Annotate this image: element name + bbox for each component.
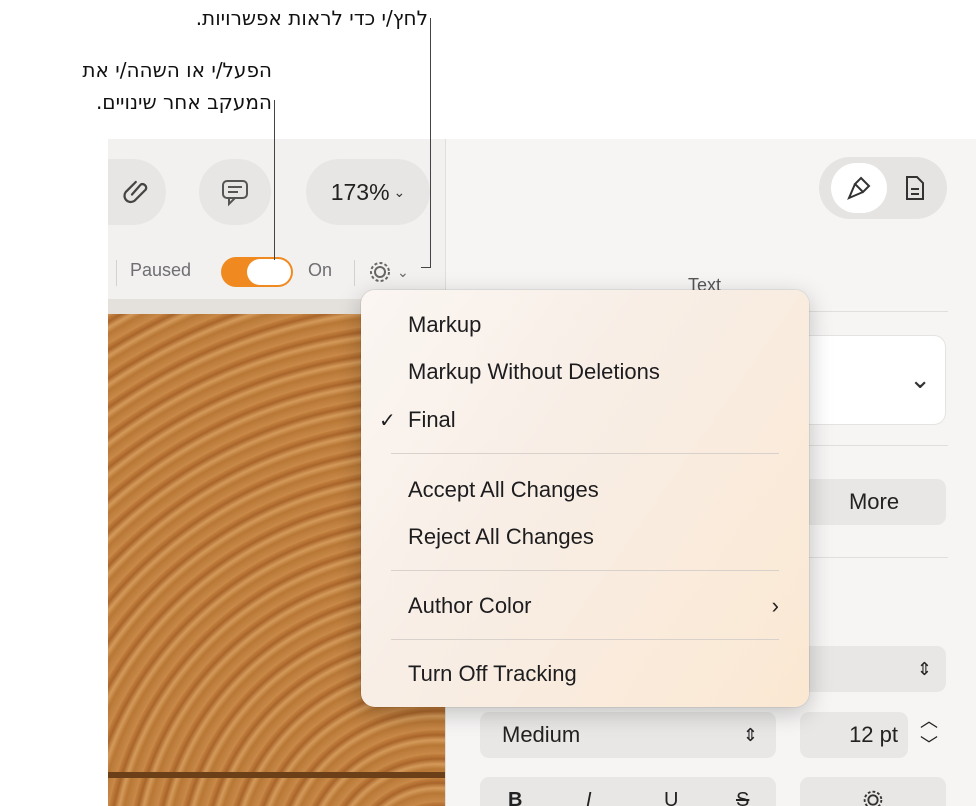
callout-line — [274, 100, 275, 260]
chevron-right-icon: › — [771, 593, 779, 618]
menu-item-accept-all-changes[interactable]: Accept All Changes — [361, 470, 809, 510]
menu-separator — [391, 639, 779, 640]
text-options-button[interactable] — [800, 777, 946, 806]
callout-tracking-line1: הפעל/י או השהה/י את — [82, 58, 272, 82]
menu-item-label: Markup — [408, 312, 482, 337]
font-size-field[interactable]: 12 pt — [800, 712, 908, 758]
stepper-icon: ⇕ — [742, 724, 758, 745]
menu-item-reject-all-changes[interactable]: Reject All Changes — [361, 517, 809, 557]
menu-item-author-color[interactable]: Author Color › — [361, 586, 809, 626]
font-weight-popup[interactable]: Medium ⇕ — [480, 712, 776, 758]
zoom-value: 173% — [330, 178, 390, 205]
underline-button[interactable]: U — [664, 789, 678, 806]
divider — [116, 260, 117, 286]
chevron-up-icon: ︿ — [920, 711, 938, 731]
document-button[interactable] — [895, 163, 935, 213]
menu-item-label: Turn Off Tracking — [408, 661, 577, 686]
strikethrough-button[interactable]: S — [736, 789, 749, 806]
callout-options: לחץ/י כדי לראות אפשרויות. — [195, 6, 428, 30]
text-style-buttons: B I U S — [480, 777, 776, 806]
chevron-down-icon: ⌄ — [909, 364, 931, 394]
bold-button[interactable]: B — [508, 789, 522, 806]
stepper-icon: ⇕ — [916, 658, 932, 679]
zoom-button[interactable]: 173% ⌄ — [306, 159, 430, 225]
more-tab[interactable]: More — [802, 479, 946, 525]
menu-item-label: Author Color — [408, 593, 532, 618]
menu-separator — [391, 453, 779, 454]
tracking-options-menu: Markup Markup Without Deletions ✓ Final … — [361, 290, 809, 707]
menu-item-markup[interactable]: Markup — [361, 305, 809, 345]
menu-item-final[interactable]: ✓ Final — [361, 400, 809, 440]
callout-line — [421, 267, 431, 268]
document-icon — [906, 176, 924, 200]
paintbrush-icon — [847, 176, 871, 200]
gear-icon — [863, 790, 883, 806]
font-weight-value: Medium — [502, 722, 581, 747]
menu-item-label: Accept All Changes — [408, 477, 599, 502]
divider — [354, 260, 355, 286]
callout-tracking-line2: המעקב אחר שינויים. — [95, 90, 272, 114]
chevron-down-icon: ⌄ — [393, 183, 406, 200]
tracking-toggle[interactable] — [221, 257, 293, 287]
toggle-knob — [247, 259, 291, 285]
format-button[interactable] — [831, 163, 887, 213]
menu-item-markup-without-deletions[interactable]: Markup Without Deletions — [361, 352, 809, 392]
paperclip-icon — [123, 180, 148, 204]
on-label: On — [308, 260, 333, 280]
menu-item-label: Reject All Changes — [408, 524, 594, 549]
tracking-options-button[interactable]: ⌄ — [366, 256, 426, 288]
comment-icon — [222, 180, 248, 207]
more-tab-label: More — [848, 489, 900, 514]
callout-line — [430, 18, 431, 268]
chevron-down-icon: ﹀ — [920, 735, 938, 755]
font-size-value: 12 pt — [849, 722, 898, 747]
gear-icon — [370, 262, 390, 282]
chevron-down-icon: ⌄ — [397, 263, 409, 280]
font-size-stepper[interactable]: ︿ ﹀ — [914, 709, 944, 761]
comment-button[interactable] — [199, 159, 271, 225]
menu-item-label: Markup Without Deletions — [408, 359, 660, 384]
menu-item-label: Final — [408, 407, 456, 432]
menu-item-turn-off-tracking[interactable]: Turn Off Tracking — [361, 654, 809, 694]
italic-button[interactable]: I — [586, 789, 592, 806]
tracking-bar: Paused On ⌄ — [108, 254, 445, 294]
menu-separator — [391, 570, 779, 571]
wood-image-seam — [108, 772, 445, 778]
sidebar-view-switcher — [819, 157, 947, 219]
paused-label: Paused — [130, 260, 192, 280]
checkmark-icon: ✓ — [379, 409, 396, 432]
